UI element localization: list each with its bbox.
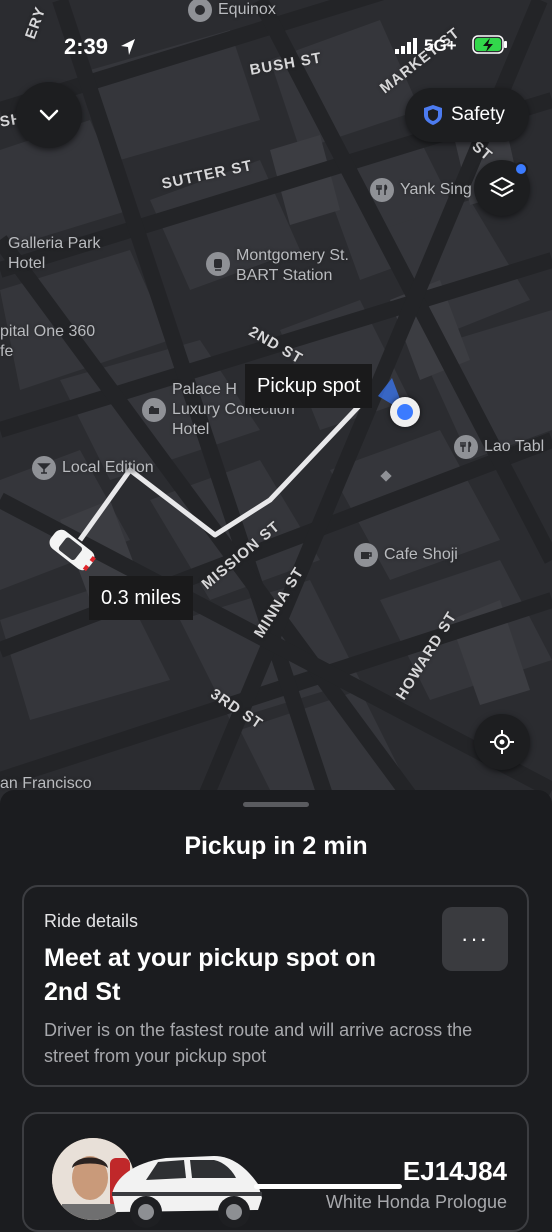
shield-icon [424, 105, 442, 125]
poi-label: Local Edition [62, 459, 154, 476]
poi-label: pital One 360 fe [0, 323, 96, 360]
cocktail-icon [32, 456, 56, 480]
battery-icon [472, 35, 507, 54]
signal-bars-icon [395, 38, 417, 54]
poi-label: Cafe Shoji [384, 546, 458, 563]
restaurant-icon [454, 435, 478, 459]
notification-dot [514, 162, 528, 176]
more-options-button[interactable]: ··· [442, 907, 508, 971]
status-bar: 2:39 5G+ [0, 30, 552, 60]
network-label: 5G+ [424, 36, 457, 55]
coffee-icon [354, 543, 378, 567]
poi-label: Montgomery St. BART Station [236, 247, 349, 284]
poi-local-edition[interactable]: Local Edition [32, 456, 154, 480]
poi-yank-sing[interactable]: Yank Sing [370, 178, 472, 202]
poi-label: Yank Sing [400, 181, 472, 198]
vehicle-image [106, 1132, 266, 1230]
pickup-dot-core [397, 404, 413, 420]
pickup-location-dot[interactable] [390, 397, 420, 427]
fitness-icon [188, 0, 212, 22]
safety-button[interactable]: Safety [405, 88, 529, 142]
pickup-eta-title: Pickup in 2 min [184, 832, 368, 860]
layers-icon [489, 176, 515, 198]
sheet-drag-handle[interactable] [243, 802, 309, 807]
chevron-down-icon [39, 109, 59, 121]
more-icon: ··· [461, 926, 489, 951]
poi-galleria[interactable]: Galleria Park Hotel [8, 234, 100, 274]
map-layers-button[interactable] [474, 160, 530, 216]
restaurant-icon [370, 178, 394, 202]
poi-lao-table[interactable]: Lao Tabl [454, 435, 545, 459]
vehicle-model: White Honda Prologue [325, 1192, 507, 1212]
hotel-icon [142, 398, 166, 422]
car-marker-icon [40, 522, 104, 583]
status-time: 2:39 [64, 34, 109, 59]
poi-bart[interactable]: Montgomery St. BART Station [206, 246, 349, 286]
train-icon [206, 252, 230, 276]
crosshair-icon [490, 730, 514, 754]
location-arrow-icon [121, 39, 135, 55]
license-plate: EJ14J84 [402, 1156, 507, 1186]
poi-equinox[interactable]: Equinox [188, 0, 276, 22]
pickup-spot-tag[interactable]: Pickup spot [245, 364, 373, 408]
poi-label: Lao Tabl [484, 438, 545, 455]
poi-capital-one[interactable]: pital One 360 fe [0, 322, 95, 362]
bottom-sheet[interactable]: Pickup in 2 min Ride details Meet at you… [0, 790, 552, 1232]
ride-details-card: Ride details Meet at your pickup spot on… [22, 885, 529, 1087]
collapse-button[interactable] [16, 82, 82, 148]
car-icon [112, 1156, 262, 1228]
distance-tag: 0.3 miles [89, 576, 194, 620]
ride-details-heading: Meet at your pickup spot on 2nd St [44, 944, 376, 1006]
driver-card[interactable]: EJ14J84 White Honda Prologue [22, 1112, 529, 1232]
poi-cafe-shoji[interactable]: Cafe Shoji [354, 543, 458, 567]
ride-details-body: Driver is on the fastest route and will … [44, 1020, 473, 1066]
poi-label: Galleria Park Hotel [8, 235, 101, 272]
poi-label: Equinox [218, 1, 276, 18]
ride-details-label: Ride details [44, 911, 139, 931]
home-indicator[interactable] [254, 1184, 402, 1189]
safety-label: Safety [451, 104, 505, 125]
recenter-button[interactable] [474, 714, 530, 770]
